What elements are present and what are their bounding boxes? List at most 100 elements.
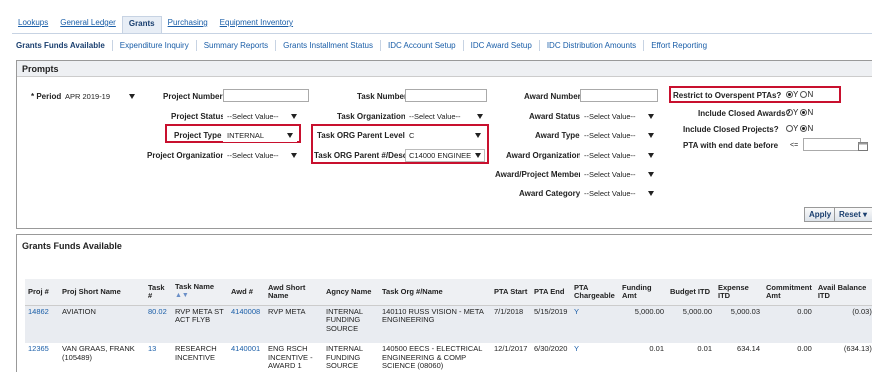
closed-projects-no-label: N — [807, 124, 814, 133]
cell-task-name: RESEARCH INCENTIVE — [175, 344, 217, 362]
col-pta-end[interactable]: PTA End — [531, 279, 571, 306]
period-label: * Period — [31, 92, 62, 101]
apply-button[interactable]: Apply — [804, 207, 837, 222]
closed-awards-yes-label: Y — [793, 108, 799, 117]
sub-tabs: Grants Funds Available Expenditure Inqui… — [16, 40, 714, 51]
award-category-value: --Select Value-- — [584, 189, 636, 198]
period-value: APR 2019-19 — [65, 92, 111, 101]
col-budget-itd[interactable]: Budget ITD — [667, 279, 715, 306]
task-org-parent-level-select[interactable]: C — [405, 129, 485, 142]
cell-pta-end: 6/30/2020 — [534, 344, 568, 353]
chevron-down-icon — [648, 172, 654, 177]
subtab-idc-distribution[interactable]: IDC Distribution Amounts — [538, 40, 643, 51]
award-org-label: Award Organization — [506, 151, 582, 160]
task-org-select[interactable]: --Select Value-- — [405, 110, 487, 123]
subtab-summary-reports[interactable]: Summary Reports — [195, 40, 275, 51]
closed-projects-yes-radio[interactable] — [786, 125, 793, 132]
project-type-select[interactable]: INTERNAL — [223, 129, 297, 142]
chevron-down-icon — [475, 153, 481, 158]
cell-pta-end: 5/15/2019 — [531, 305, 571, 343]
period-select[interactable]: APR 2019-19 — [61, 90, 139, 103]
task-org-parent-desc-value: C14000 ENGINEE — [409, 151, 472, 160]
subtab-effort-reporting[interactable]: Effort Reporting — [643, 40, 714, 51]
col-task-org[interactable]: Task Org #/Name — [379, 279, 491, 306]
cell-awd-short-name: ENG RSCH INCENTIVE - AWARD 1 — [268, 344, 313, 370]
tab-lookups[interactable]: Lookups — [12, 16, 54, 33]
award-status-label: Award Status — [529, 112, 580, 121]
col-proj-short-name[interactable]: Proj Short Name — [59, 279, 145, 306]
task-number-input[interactable] — [405, 89, 487, 102]
project-org-select[interactable]: --Select Value-- — [223, 149, 301, 162]
project-number-input[interactable] — [223, 89, 309, 102]
subtab-expenditure-inquiry[interactable]: Expenditure Inquiry — [111, 40, 196, 51]
sort-icon[interactable]: ▲▼ — [175, 292, 189, 299]
cell-proj-num[interactable]: 12365 — [25, 343, 59, 372]
col-avail-balance[interactable]: Avail Balance ITD — [814, 279, 872, 306]
prompts-title: Prompts — [17, 61, 872, 77]
col-task-num[interactable]: Task # — [145, 279, 172, 306]
closed-awards-yes-radio[interactable] — [786, 109, 793, 116]
subtab-installment-status[interactable]: Grants Installment Status — [275, 40, 380, 51]
task-org-parent-level-value: C — [409, 131, 415, 140]
cell-awd-num[interactable]: 4140001 — [228, 343, 265, 372]
award-org-select[interactable]: --Select Value-- — [580, 149, 658, 162]
col-agency-name[interactable]: Agncy Name — [323, 279, 379, 306]
award-number-input[interactable] — [580, 89, 658, 102]
col-awd-num[interactable]: Awd # — [228, 279, 265, 306]
project-status-value: --Select Value-- — [227, 112, 279, 121]
table-row: 12365 VAN GRAAS, FRANK (105489) 13 RESEA… — [25, 343, 872, 372]
cell-task-num[interactable]: 80.02 — [145, 305, 172, 343]
col-task-name[interactable]: Task Name ▲▼ — [172, 279, 228, 306]
cell-funding-amt: 5,000.00 — [619, 305, 667, 343]
cell-task-num[interactable]: 13 — [145, 343, 172, 372]
task-org-parent-desc-select[interactable]: C14000 ENGINEE — [405, 149, 485, 162]
restrict-yes-radio[interactable] — [786, 91, 793, 98]
tab-grants[interactable]: Grants — [121, 16, 162, 33]
award-number-label: Award Number — [524, 92, 581, 101]
award-member-select[interactable]: --Select Value-- — [580, 168, 658, 181]
chevron-down-icon — [477, 114, 483, 119]
cell-proj-num[interactable]: 14862 — [25, 305, 59, 343]
task-org-value: --Select Value-- — [409, 112, 461, 121]
col-commitment-amt[interactable]: Commitment Amt — [763, 279, 815, 306]
col-funding-amt[interactable]: Funding Amt — [619, 279, 667, 306]
subtab-idc-account-setup[interactable]: IDC Account Setup — [380, 40, 463, 51]
subtab-idc-award-setup[interactable]: IDC Award Setup — [462, 40, 539, 51]
tab-divider — [12, 33, 872, 34]
table-header-row: Proj # Proj Short Name Task # Task Name … — [25, 279, 872, 306]
cell-proj-short-name: AVIATION — [59, 305, 145, 343]
cell-funding-amt: 0.01 — [649, 344, 664, 353]
award-org-value: --Select Value-- — [584, 151, 636, 160]
cell-awd-num[interactable]: 4140008 — [228, 305, 265, 343]
cell-commitment-amt: 0.00 — [763, 305, 815, 343]
cell-expense-itd: 5,000.03 — [715, 305, 763, 343]
chevron-down-icon — [648, 191, 654, 196]
pta-end-date-input[interactable] — [803, 138, 861, 151]
tab-general-ledger[interactable]: General Ledger — [54, 16, 122, 33]
col-proj-num[interactable]: Proj # — [25, 279, 59, 306]
col-awd-short-name[interactable]: Awd Short Name — [265, 279, 323, 306]
award-member-value: --Select Value-- — [584, 170, 636, 179]
cell-budget-itd: 5,000.00 — [667, 305, 715, 343]
chevron-down-icon — [129, 94, 135, 99]
cell-pta-chargeable[interactable]: Y — [571, 305, 619, 343]
chevron-down-icon — [648, 153, 654, 158]
col-pta-chargeable[interactable]: PTA Chargeable — [571, 279, 619, 306]
reset-button[interactable]: Reset ▾ — [834, 207, 872, 222]
subtab-grants-funds-available[interactable]: Grants Funds Available — [16, 40, 112, 51]
cell-task-org: 140110 RUSS VISION - META ENGINEERING — [379, 305, 491, 343]
cell-pta-chargeable[interactable]: Y — [571, 343, 619, 372]
award-category-select[interactable]: --Select Value-- — [580, 187, 658, 200]
tab-equipment-inventory[interactable]: Equipment Inventory — [214, 16, 299, 33]
project-status-select[interactable]: --Select Value-- — [223, 110, 301, 123]
award-status-select[interactable]: --Select Value-- — [580, 110, 658, 123]
cell-task-name: RVP META ST ACT FLYB — [172, 305, 228, 343]
col-expense-itd[interactable]: Expense ITD — [715, 279, 763, 306]
award-type-select[interactable]: --Select Value-- — [580, 129, 658, 142]
chevron-down-icon — [291, 153, 297, 158]
calendar-icon[interactable] — [858, 141, 869, 151]
tab-purchasing[interactable]: Purchasing — [162, 16, 214, 33]
col-pta-start[interactable]: PTA Start — [491, 279, 531, 306]
award-category-label: Award Category — [519, 189, 581, 198]
cell-budget-itd: 0.01 — [697, 344, 712, 353]
